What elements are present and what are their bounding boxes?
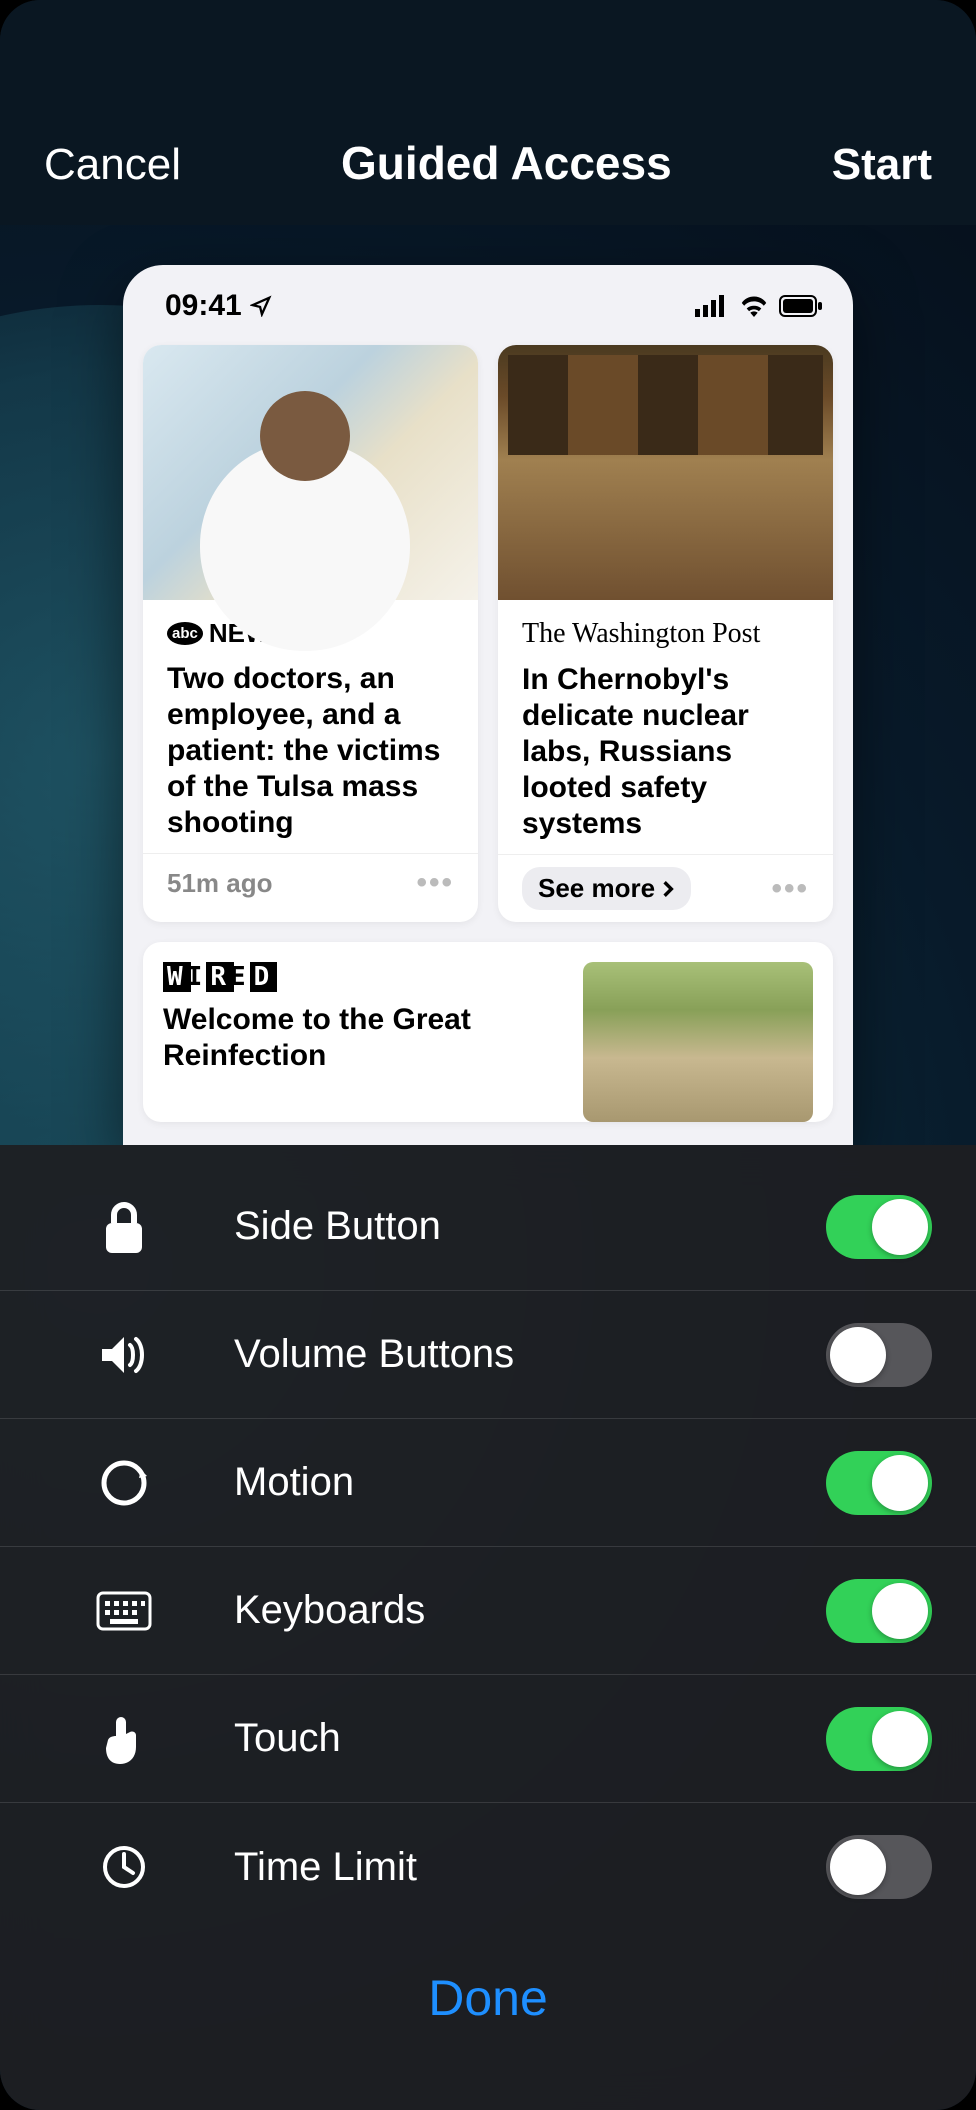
touch-icon (96, 1712, 152, 1766)
toggle-volume-buttons[interactable] (826, 1323, 932, 1387)
lock-icon (96, 1201, 152, 1253)
location-icon (250, 295, 272, 317)
chevron-right-icon (661, 880, 675, 898)
news-card: abcNEWS Two doctors, an employee, and a … (143, 345, 478, 922)
done-button[interactable]: Done (428, 1969, 548, 2027)
option-label: Volume Buttons (234, 1332, 826, 1377)
motion-icon (96, 1458, 152, 1508)
news-headline: Welcome to the Great Reinfection (163, 1002, 563, 1074)
guided-access-screen: Cancel Guided Access Start 09:41 (0, 0, 976, 2110)
status-bar: 09:41 (123, 265, 853, 333)
option-motion: Motion (0, 1419, 976, 1547)
news-source: abcNEWS (167, 618, 454, 649)
options-sheet: Side Button Volume Buttons Motion Keyboa… (0, 1145, 976, 2110)
option-label: Motion (234, 1460, 826, 1505)
volume-icon (96, 1333, 152, 1377)
status-time: 09:41 (165, 289, 242, 323)
news-card-image (498, 345, 833, 600)
news-source: The Washington Post (522, 618, 809, 650)
battery-icon (779, 295, 823, 317)
more-icon: ••• (771, 872, 809, 906)
option-volume-buttons: Volume Buttons (0, 1291, 976, 1419)
news-source: WIRED (163, 962, 563, 992)
nav-bar: Cancel Guided Access Start (0, 0, 976, 225)
timer-icon (96, 1844, 152, 1890)
news-timestamp: 51m ago (167, 868, 273, 899)
toggle-motion[interactable] (826, 1451, 932, 1515)
option-label: Touch (234, 1716, 826, 1761)
cellular-icon (695, 295, 729, 317)
option-keyboards: Keyboards (0, 1547, 976, 1675)
start-button[interactable]: Start (832, 140, 932, 190)
toggle-touch[interactable] (826, 1707, 932, 1771)
app-preview-thumbnail: 09:41 (123, 265, 853, 1145)
toggle-keyboards[interactable] (826, 1579, 932, 1643)
page-title: Guided Access (181, 136, 832, 190)
option-label: Keyboards (234, 1588, 826, 1633)
news-card-image (143, 345, 478, 600)
news-headline: Two doctors, an employee, and a patient:… (167, 661, 454, 841)
option-touch: Touch (0, 1675, 976, 1803)
news-card-image (583, 962, 813, 1122)
option-side-button: Side Button (0, 1145, 976, 1291)
see-more-button: See more (522, 867, 691, 910)
more-icon: ••• (416, 866, 454, 900)
done-bar: Done (0, 1931, 976, 2065)
toggle-side-button[interactable] (826, 1195, 932, 1259)
keyboard-icon (96, 1591, 152, 1631)
option-label: Side Button (234, 1204, 826, 1249)
option-label: Time Limit (234, 1845, 826, 1890)
app-preview-area[interactable]: 09:41 (0, 225, 976, 1145)
toggle-time-limit[interactable] (826, 1835, 932, 1899)
news-card: The Washington Post In Chernobyl's delic… (498, 345, 833, 922)
option-time-limit: Time Limit (0, 1803, 976, 1931)
news-card: WIRED Welcome to the Great Reinfection (143, 942, 833, 1122)
cancel-button[interactable]: Cancel (44, 140, 181, 190)
wifi-icon (739, 295, 769, 317)
news-headline: In Chernobyl's delicate nuclear labs, Ru… (522, 662, 809, 842)
